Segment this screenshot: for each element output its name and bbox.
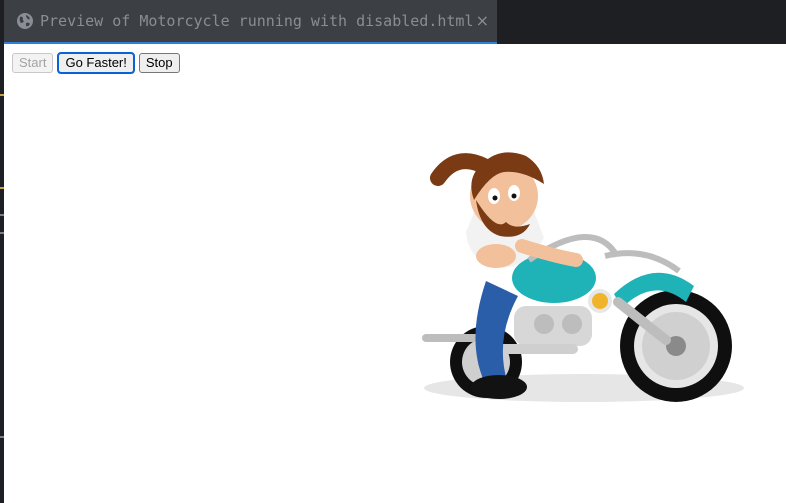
html-preview-pane: Start Go Faster! Stop	[4, 44, 786, 503]
motorcycle-image	[404, 126, 754, 416]
close-icon[interactable]: ×	[476, 11, 489, 31]
go-faster-button[interactable]: Go Faster!	[57, 52, 135, 74]
globe-icon	[17, 13, 33, 29]
stop-button[interactable]: Stop	[138, 53, 180, 73]
editor-tab-bar: Preview of Motorcycle running with disab…	[0, 0, 786, 44]
animation-controls: Start Go Faster! Stop	[12, 52, 180, 74]
tab-title: Preview of Motorcycle running with disab…	[40, 12, 474, 30]
front-wheel	[620, 290, 732, 402]
start-button[interactable]: Start	[12, 53, 54, 73]
preview-tab[interactable]: Preview of Motorcycle running with disab…	[4, 0, 497, 44]
